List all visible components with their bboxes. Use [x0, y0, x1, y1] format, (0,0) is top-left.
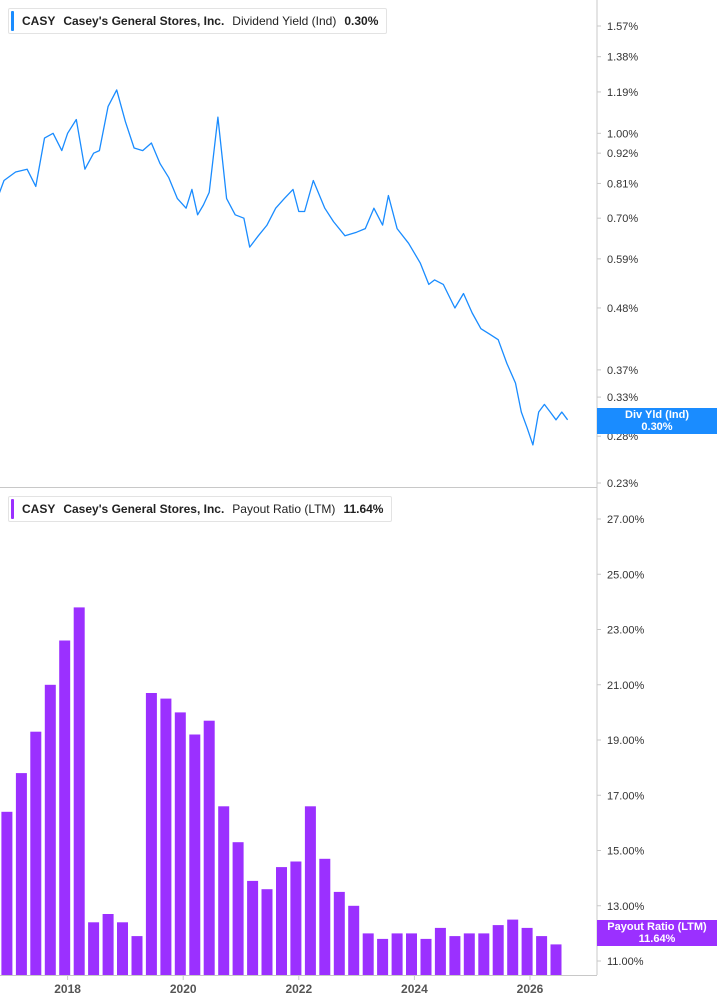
- payout-bar: [420, 938, 432, 975]
- yield-tick-label: 0.33%: [607, 392, 638, 404]
- payout-tick-label: 27.00%: [607, 514, 645, 526]
- payout-tick-label: 21.00%: [607, 680, 645, 692]
- x-tick-label: 2026: [517, 982, 544, 996]
- x-axis: 2018 2020 2022 2024 2026: [54, 975, 544, 996]
- payout-legend-metric: Payout Ratio (LTM): [232, 502, 336, 516]
- payout-bar: [492, 925, 504, 975]
- payout-bar: [160, 698, 172, 975]
- yield-tick-label: 1.00%: [607, 128, 638, 140]
- payout-bar: [319, 858, 331, 975]
- yield-flag-title: Div Yld (Ind): [625, 409, 689, 421]
- yield-legend-swatch: [11, 11, 14, 31]
- payout-bar: [117, 922, 128, 975]
- x-tick-label: 2020: [170, 982, 197, 996]
- payout-bar: [44, 684, 56, 976]
- yield-tick-label: 0.59%: [607, 254, 638, 266]
- payout-bar: [463, 933, 475, 975]
- payout-tick-label: 13.00%: [607, 901, 645, 913]
- payout-bar: [218, 806, 230, 975]
- payout-bar: [478, 933, 490, 975]
- payout-bar: [391, 933, 403, 975]
- yield-tick-label: 0.70%: [607, 213, 638, 225]
- payout-legend-swatch: [11, 499, 14, 519]
- x-tick-label: 2022: [285, 982, 312, 996]
- yield-tick-label: 1.57%: [607, 21, 638, 33]
- payout-bar: [30, 731, 42, 975]
- yield-value-flag: Div Yld (Ind) 0.30%: [597, 408, 717, 434]
- yield-legend-metric: Dividend Yield (Ind): [232, 14, 337, 28]
- yield-tick-label: 0.37%: [607, 365, 638, 377]
- payout-tick-label: 17.00%: [607, 790, 645, 802]
- payout-bar: [550, 944, 562, 975]
- payout-tick-label: 23.00%: [607, 625, 645, 637]
- yield-legend-ticker: CASY: [22, 14, 56, 28]
- payout-value-flag: Payout Ratio (LTM) 11.64%: [597, 920, 717, 946]
- payout-bar: [232, 842, 244, 975]
- payout-legend-ticker: CASY: [22, 502, 56, 516]
- payout-bar: [145, 693, 157, 975]
- payout-bar: [261, 889, 273, 975]
- payout-bar: [507, 919, 519, 975]
- payout-bar: [434, 927, 446, 975]
- yield-tick-label: 1.19%: [607, 87, 638, 99]
- yield-flag-value: 0.30%: [641, 421, 673, 433]
- yield-tick-label: 0.23%: [607, 478, 638, 490]
- x-tick-label: 2018: [54, 982, 81, 996]
- payout-legend-company: Casey's General Stores, Inc.: [63, 502, 225, 516]
- payout-flag-value: 11.64%: [638, 933, 676, 945]
- payout-bar: [406, 933, 417, 975]
- payout-bar: [290, 861, 302, 975]
- yield-line: [0, 89, 569, 446]
- payout-bar: [348, 905, 360, 976]
- payout-bar: [536, 936, 548, 975]
- payout-bar: [276, 867, 287, 975]
- yield-tick-label: 0.92%: [607, 148, 638, 160]
- payout-bar: [131, 936, 143, 975]
- yield-legend: CASY Casey's General Stores, Inc. Divide…: [8, 8, 388, 34]
- yield-tick-label: 0.81%: [607, 178, 638, 190]
- payout-tick-label: 19.00%: [607, 735, 645, 747]
- yield-panel: 1.57% 1.38% 1.19% 1.00% 0.92% 0.81% 0.70% 0.59%…: [0, 21, 638, 490]
- payout-bar: [449, 936, 461, 975]
- payout-tick-label: 15.00%: [607, 846, 645, 858]
- payout-bar: [247, 880, 259, 975]
- payout-legend-value: 11.64%: [343, 502, 384, 516]
- payout-bar: [1, 811, 13, 975]
- payout-bar: [88, 922, 100, 975]
- payout-bar: [73, 607, 85, 975]
- yield-tick-label: 1.38%: [607, 52, 638, 64]
- payout-bar: [304, 806, 316, 975]
- payout-bar: [102, 914, 114, 975]
- yield-tick-label: 0.48%: [607, 303, 638, 315]
- payout-bar: [362, 933, 374, 975]
- payout-tick-label: 25.00%: [607, 569, 645, 581]
- payout-bar: [333, 891, 345, 975]
- yield-legend-company: Casey's General Stores, Inc.: [63, 14, 225, 28]
- payout-bar: [521, 927, 533, 975]
- payout-bar: [174, 712, 186, 975]
- yield-legend-value: 0.30%: [344, 14, 379, 28]
- payout-legend: CASY Casey's General Stores, Inc. Payout…: [8, 496, 393, 522]
- payout-tick-label: 11.00%: [607, 956, 644, 968]
- payout-bar: [189, 734, 201, 975]
- payout-bar: [59, 640, 71, 975]
- payout-bar: [15, 773, 27, 975]
- x-tick-label: 2024: [401, 982, 428, 996]
- payout-bar: [377, 938, 389, 975]
- payout-bar: [203, 720, 215, 975]
- payout-flag-title: Payout Ratio (LTM): [607, 921, 707, 933]
- payout-panel: 27.00% 25.00% 23.00% 21.00% 19.00% 17.00% 15.0…: [1, 514, 645, 976]
